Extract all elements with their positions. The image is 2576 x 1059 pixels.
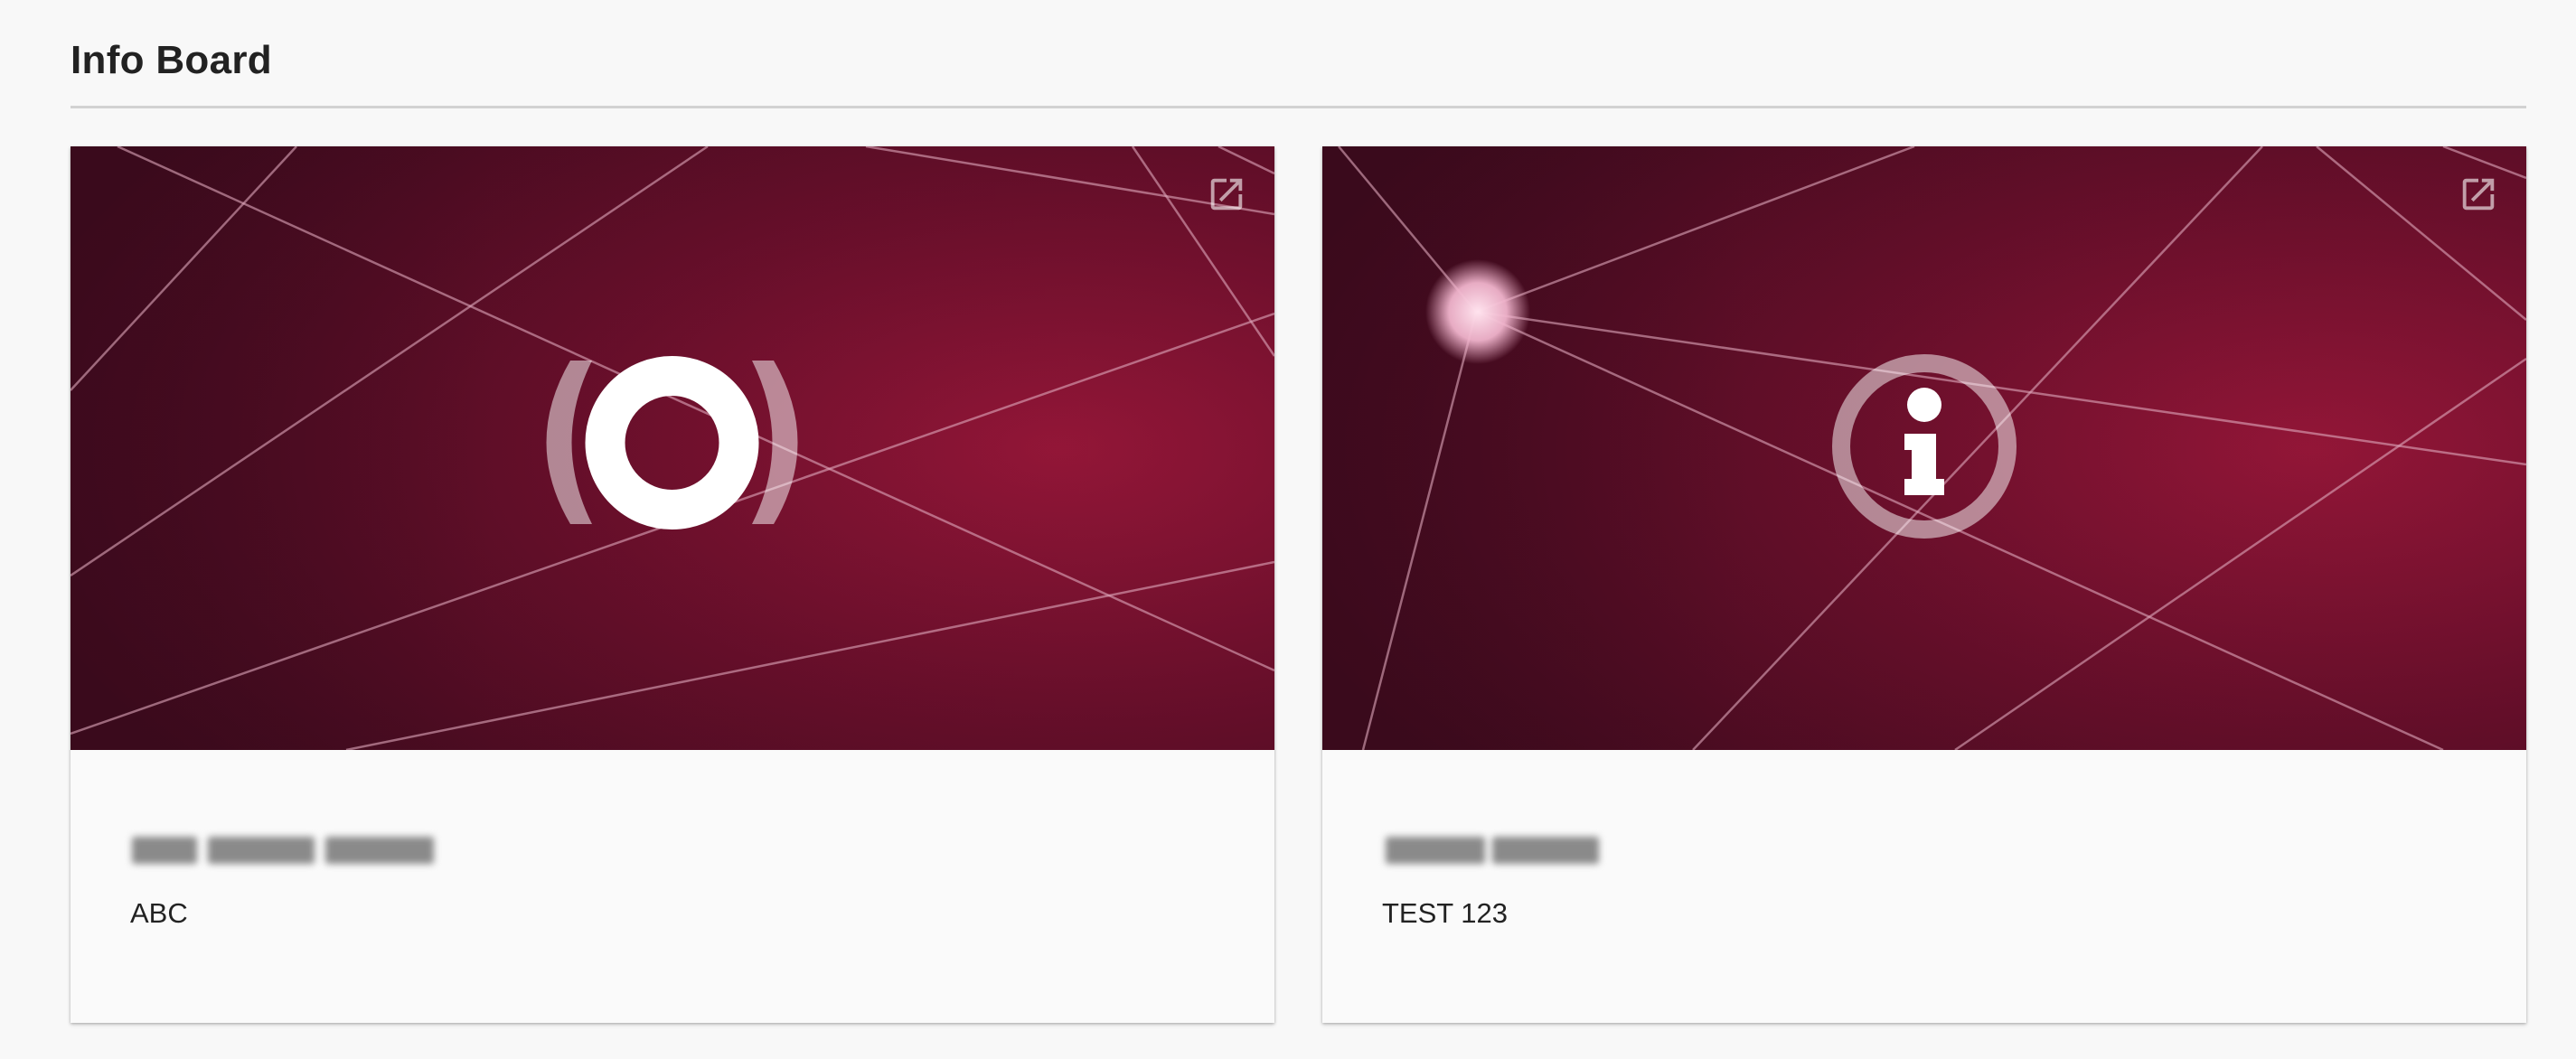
card-description: ABC: [130, 897, 188, 929]
info-circle-icon: [1832, 354, 2017, 539]
info-card[interactable]: ABC: [71, 146, 1274, 1023]
card-title-redacted: [1377, 824, 1612, 878]
broadcast-icon: [546, 356, 798, 530]
open-external-icon[interactable]: [2458, 173, 2499, 215]
card-banner[interactable]: [71, 146, 1274, 750]
card-banner[interactable]: [1322, 146, 2526, 750]
open-external-icon[interactable]: [1206, 173, 1247, 215]
card-body: ABC: [71, 750, 1274, 1023]
card-title-redacted: [125, 824, 441, 878]
title-divider: [71, 106, 2526, 108]
card-body: TEST 123: [1322, 750, 2526, 1023]
info-card[interactable]: TEST 123: [1322, 146, 2526, 1023]
page-title: Info Board: [71, 38, 272, 82]
card-description: TEST 123: [1382, 897, 1509, 929]
